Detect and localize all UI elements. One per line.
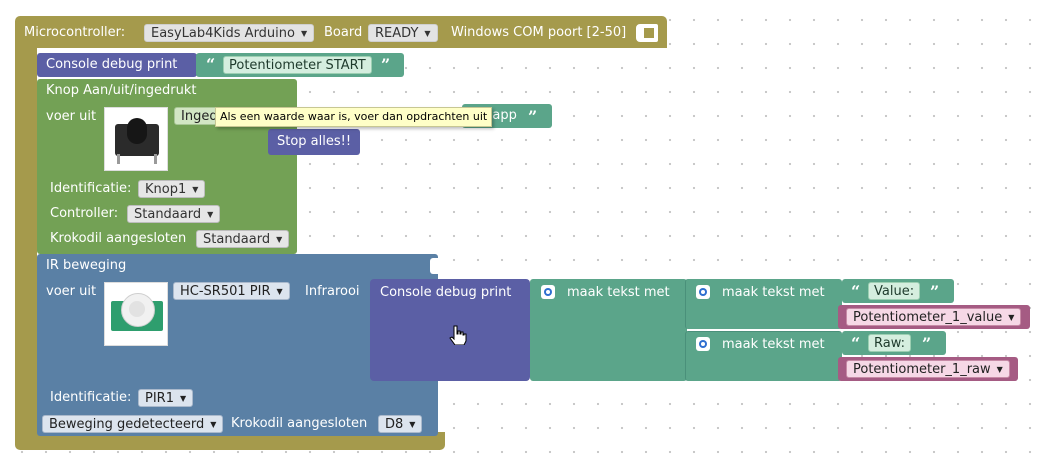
variable-value: Potentiometer_1_value [853,310,1003,325]
event-value: Beweging gedetecteerd [49,417,205,432]
console-print-label: Console debug print [46,57,178,72]
board-dropdown[interactable]: EasyLab4Kids Arduino ▼ [144,24,315,42]
gear-icon[interactable] [696,285,710,299]
pin-dropdown[interactable]: D8 ▼ [378,415,423,433]
open-quote-icon: “ [206,55,216,74]
chevron-down-icon: ▼ [207,210,214,219]
sensor-type-label: Infrarooi [305,284,360,299]
connector-notch-inner [644,28,654,38]
chevron-down-icon: ▼ [409,420,416,429]
ir-block-title: IR beweging [46,258,127,273]
pin-value: D8 [385,417,404,432]
identification-value: Knop1 [145,182,187,197]
open-quote-icon: “ [851,334,861,353]
console-print-label-2: Console debug print [380,285,512,300]
pir-sensor-icon [104,282,168,346]
button-state-value: Inged [181,109,218,124]
ir-clip-label: Krokodil aangesloten [231,416,368,431]
controller-dropdown[interactable]: Standaard ▼ [127,205,221,223]
chevron-down-icon: ▼ [276,287,283,296]
close-quote-icon: ” [930,282,940,301]
chevron-down-icon: ▼ [424,29,431,38]
variable-value-raw: Potentiometer_1_raw [853,362,991,377]
make-text-label-value: maak tekst met [722,285,825,300]
button-identification-dropdown[interactable]: Knop1 ▼ [138,180,206,198]
hand-cursor-icon [449,325,467,346]
controller-label: Controller: [50,206,119,221]
port-text: Windows COM poort [2-50] [451,25,627,40]
event-dropdown[interactable]: Beweging gedetecteerd ▼ [42,415,224,433]
variable-dropdown-raw[interactable]: Potentiometer_1_raw ▼ [846,360,1010,378]
status-dropdown[interactable]: READY ▼ [368,24,438,42]
sensor-dropdown[interactable]: HC-SR501 PIR ▼ [173,282,290,300]
ir-side-notch [430,258,440,274]
chevron-down-icon: ▼ [1008,313,1015,322]
sensor-value: HC-SR501 PIR [180,284,271,299]
button-do-label: voer uit [46,109,97,124]
chevron-down-icon: ▼ [996,365,1003,374]
chevron-down-icon: ▼ [210,420,217,429]
make-text-label-outer: maak tekst met [567,285,670,300]
stop-all-label: Stop alles!! [277,134,352,149]
chevron-down-icon: ▼ [300,29,308,38]
microcontroller-block-arm [15,44,37,440]
chevron-down-icon: ▼ [192,185,199,194]
microcontroller-label: Microcontroller: [24,25,126,40]
text-literal-field-value[interactable]: Value: [868,282,921,300]
close-quote-icon: ” [922,334,932,353]
button-clip-value: Standaard [203,232,271,247]
button-clip-dropdown[interactable]: Standaard ▼ [196,230,290,248]
gear-icon[interactable] [696,337,710,351]
text-literal-field[interactable]: Potentiometer START [223,56,372,74]
controller-value: Standaard [134,207,202,222]
identification-label: Identificatie: [50,181,132,196]
close-quote-icon: ” [528,107,538,126]
text-literal-field-raw[interactable]: Raw: [868,334,912,352]
tooltip: Als een waarde waar is, voer dan opdrach… [215,107,493,127]
ir-identification-label: Identificatie: [50,390,132,405]
variable-dropdown-value[interactable]: Potentiometer_1_value ▼ [846,308,1022,326]
gear-icon[interactable] [541,285,555,299]
ir-do-label: voer uit [46,284,97,299]
chevron-down-icon: ▼ [179,394,187,403]
ir-identification-value: PIR1 [145,391,174,406]
make-text-label-raw: maak tekst met [722,337,825,352]
open-quote-icon: “ [851,282,861,301]
board-value: EasyLab4Kids Arduino [151,26,295,41]
ir-identification-dropdown[interactable]: PIR1 ▼ [138,389,194,407]
chevron-down-icon: ▼ [276,235,283,244]
button-clip-label: Krokodil aangesloten [50,231,187,246]
close-quote-icon: ” [381,55,391,74]
button-block-title: Knop Aan/uit/ingedrukt [46,83,197,98]
push-button-icon [104,107,168,171]
status-value: READY [375,26,419,41]
board-label: Board [324,25,363,40]
